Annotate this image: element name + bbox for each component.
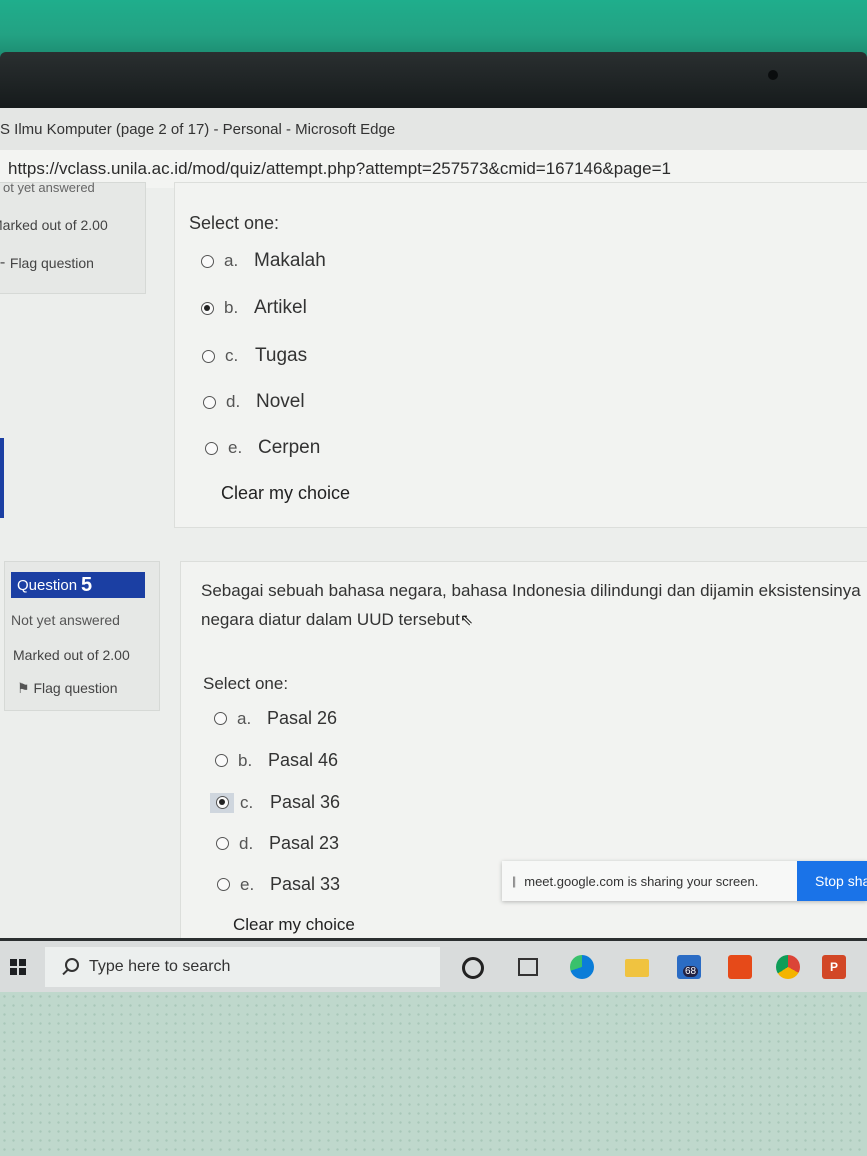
radio-icon[interactable] [214, 712, 227, 725]
taskbar-search[interactable]: Type here to search [45, 947, 440, 987]
option-letter: b. [224, 298, 239, 317]
pause-icon[interactable]: || [512, 874, 516, 888]
radio-icon[interactable] [217, 878, 230, 891]
q5-flag-question[interactable]: ⚑ Flag question [17, 680, 118, 697]
option-text: Pasal 26 [267, 708, 338, 728]
option-letter: e. [240, 874, 255, 894]
q5-flag-label: Flag question [33, 680, 118, 696]
q5-marked: Marked out of 2.00 [13, 647, 130, 663]
screen-sharing-banner: || meet.google.com is sharing your scree… [502, 861, 867, 901]
window-title-bar: S Ilmu Komputer (page 2 of 17) - Persona… [0, 108, 867, 150]
q5-question-text-line2: negara diatur dalam UUD tersebut⇖ [201, 605, 473, 635]
webcam [768, 70, 778, 80]
q4-select-one: Select one: [189, 213, 280, 233]
edge-browser-icon[interactable] [570, 955, 594, 979]
radio-selected-icon[interactable] [215, 796, 229, 809]
q5-status: Not yet answered [11, 612, 120, 628]
mail-badge: 68 [683, 966, 699, 977]
option-text: Tugas [255, 345, 308, 366]
tablecloth [0, 992, 867, 1156]
cortana-icon[interactable] [462, 957, 484, 979]
flag-icon: ⁃ [0, 255, 6, 271]
option-letter: c. [225, 346, 239, 365]
option-letter: b. [238, 750, 253, 770]
radio-icon[interactable] [205, 441, 218, 455]
task-view-icon[interactable] [518, 958, 538, 976]
windows-start-icon[interactable] [10, 959, 26, 975]
powerpoint-icon[interactable]: P [822, 955, 846, 979]
q4-option-c[interactable]: c. Tugas [202, 345, 307, 367]
question-info-q4: ot yet answered Marked out of 2.00 ⁃ Fla… [0, 180, 146, 294]
monitor-bezel [0, 52, 867, 110]
mail-icon[interactable]: 68 [677, 955, 701, 979]
url-text[interactable]: https://vclass.unila.ac.id/mod/quiz/atte… [0, 159, 671, 179]
option-text: Makalah [254, 250, 326, 271]
question-label: Question [17, 576, 78, 594]
q4-option-b[interactable]: b. Artikel [201, 297, 307, 319]
search-placeholder: Type here to search [89, 958, 231, 975]
q5-select-one: Select one: [203, 674, 289, 693]
option-text: Pasal 23 [269, 833, 340, 853]
sharing-message: meet.google.com is sharing your screen. [524, 873, 759, 889]
q5-clear-choice[interactable]: Clear my choice [233, 915, 355, 935]
radio-selected-icon[interactable] [201, 301, 214, 315]
q5-question-text-line2-text: negara diatur dalam UUD tersebut [201, 610, 460, 629]
office-icon[interactable] [728, 955, 752, 979]
option-text: Novel [256, 391, 305, 412]
option-text: Pasal 46 [268, 750, 339, 770]
radio-icon[interactable] [202, 349, 215, 363]
chrome-icon[interactable] [776, 955, 800, 979]
option-letter: a. [237, 708, 252, 728]
q4-status: ot yet answered [3, 180, 95, 195]
q4-option-d[interactable]: d. Novel [203, 391, 305, 413]
quiz-page: ot yet answered Marked out of 2.00 ⁃ Fla… [0, 180, 867, 943]
file-explorer-icon[interactable] [625, 959, 649, 977]
radio-icon[interactable] [216, 837, 229, 850]
mouse-cursor-icon: ⇖ [459, 612, 474, 629]
option-text: Artikel [254, 297, 307, 318]
radio-icon[interactable] [201, 254, 214, 268]
radio-focus-box[interactable] [210, 792, 234, 813]
option-text: Pasal 36 [270, 792, 341, 812]
option-text: Cerpen [258, 437, 321, 458]
q5-option-e[interactable]: e. Pasal 33 [217, 874, 340, 895]
option-letter: e. [228, 438, 243, 457]
radio-icon[interactable] [215, 754, 228, 767]
question-number: 5 [81, 573, 93, 596]
q4-flag-question[interactable]: ⁃ Flag question [0, 255, 94, 272]
flag-icon: ⚑ [17, 680, 30, 696]
radio-icon[interactable] [203, 395, 216, 409]
option-letter: d. [239, 833, 254, 853]
q5-option-d[interactable]: d. Pasal 23 [216, 833, 339, 854]
q5-option-c[interactable]: c. Pasal 36 [210, 792, 341, 813]
option-text: Pasal 33 [270, 874, 341, 894]
q4-clear-choice[interactable]: Clear my choice [221, 483, 350, 504]
stop-sharing-button[interactable]: Stop sharing [797, 861, 867, 901]
question-number-badge: Question 5 [11, 572, 145, 598]
screen: S Ilmu Komputer (page 2 of 17) - Persona… [0, 108, 867, 992]
option-letter: a. [224, 251, 239, 270]
search-icon [59, 956, 81, 978]
taskbar: Type here to search 68 P [0, 938, 867, 992]
q5-option-b[interactable]: b. Pasal 46 [215, 750, 338, 771]
option-letter: d. [226, 392, 241, 411]
q4-option-e[interactable]: e. Cerpen [205, 437, 320, 459]
background-wall [0, 0, 867, 58]
section-marker [0, 438, 4, 518]
q5-option-a[interactable]: a. Pasal 26 [214, 708, 337, 729]
q4-option-a[interactable]: a. Makalah [201, 250, 326, 272]
option-letter: c. [240, 792, 254, 812]
q4-flag-label: Flag question [9, 255, 94, 271]
question-info-q5: Question 5 Not yet answered Marked out o… [4, 561, 160, 711]
q4-marked: Marked out of 2.00 [0, 217, 108, 233]
q5-question-text-line1: Sebagai sebuah bahasa negara, bahasa Ind… [201, 581, 861, 600]
window-title: S Ilmu Komputer (page 2 of 17) - Persona… [0, 120, 396, 138]
